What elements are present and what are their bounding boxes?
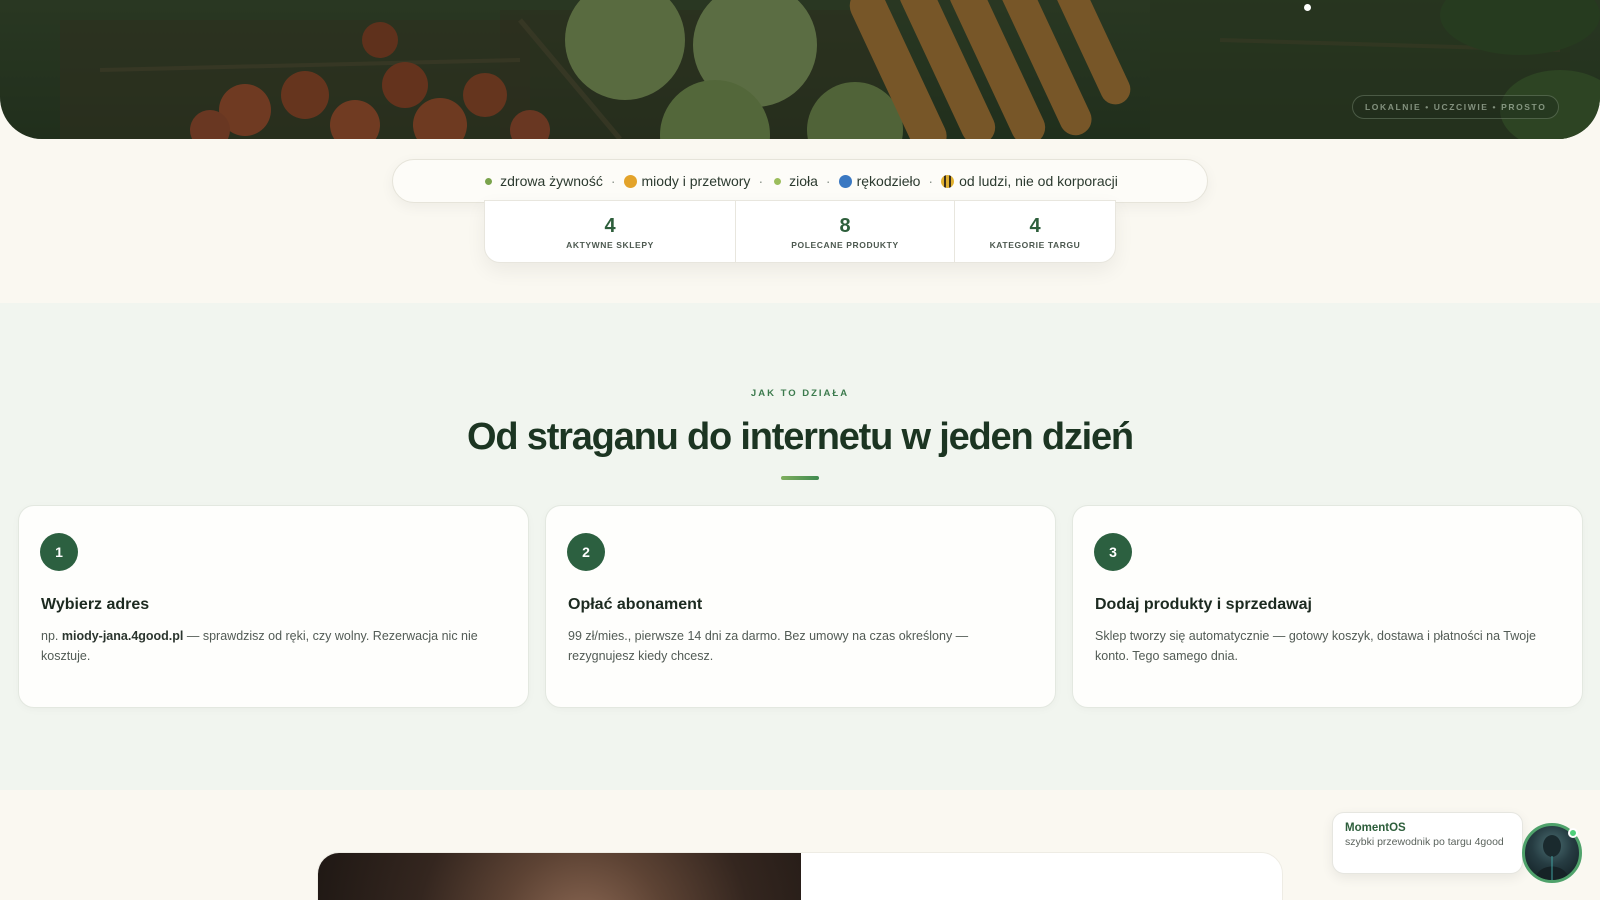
title-underline <box>781 476 819 480</box>
tagline-bar: zdrowa żywność · miody i przetwory · zio… <box>392 159 1208 203</box>
step-number: 2 <box>567 533 605 571</box>
step-description: Sklep tworzy się automatycznie — gotowy … <box>1095 629 1536 663</box>
hero-badge: LOKALNIE • UCZCIWIE • PROSTO <box>1352 95 1560 119</box>
online-status-icon <box>1568 828 1578 838</box>
stat-active-shops: 4 AKTYWNE SKLEPY <box>485 201 736 262</box>
stat-label: AKTYWNE SKLEPY <box>566 239 654 250</box>
chat-subtitle: szybki przewodnik po targu 4good <box>1345 836 1504 848</box>
tagline-item-label: miody i przetwory <box>641 173 751 189</box>
chat-assistant-name: MomentOS <box>1345 822 1406 834</box>
step-description: np. miody-jana.4good.pl — sprawdzisz od … <box>41 629 478 663</box>
feature-card <box>317 852 1283 900</box>
stat-featured-products: 8 POLECANE PRODUKTY <box>736 201 955 262</box>
tagline-item-label: od ludzi, nie od korporacji <box>959 173 1118 189</box>
tagline-item: rękodzieło <box>838 173 921 189</box>
tagline-item: od ludzi, nie od korporacji <box>941 173 1118 189</box>
section-title: Od straganu do internetu w jeden dzień <box>467 416 1134 458</box>
bee-icon <box>941 174 955 188</box>
how-it-works-section: JAK TO DZIAŁA Od straganu do internetu w… <box>0 303 1600 790</box>
stat-value: 4 <box>1029 214 1041 237</box>
feature-photo <box>318 853 801 900</box>
tagline-item-label: zdrowa żywność <box>500 173 603 189</box>
step-number: 1 <box>40 533 78 571</box>
chat-greeting-bubble[interactable]: MomentOS szybki przewodnik po targu 4goo… <box>1332 812 1523 874</box>
stats-panel: 4 AKTYWNE SKLEPY 8 POLECANE PRODUKTY 4 K… <box>484 200 1116 263</box>
stat-value: 4 <box>604 214 616 237</box>
hero-banner: LOKALNIE • UCZCIWIE • PROSTO <box>0 0 1600 139</box>
section-eyebrow: JAK TO DZIAŁA <box>750 388 850 399</box>
tagline-item-label: rękodzieło <box>856 173 921 189</box>
step-card-1: 1 Wybierz adres np. miody-jana.4good.pl … <box>18 505 529 708</box>
step-card-2: 2 Opłać abonament 99 zł/mies., pierwsze … <box>545 505 1056 708</box>
tagline-separator: · <box>825 173 831 189</box>
sprout-icon <box>482 174 496 188</box>
step-card-3: 3 Dodaj produkty i sprzedawaj Sklep twor… <box>1072 505 1583 708</box>
tagline-separator: · <box>928 173 934 189</box>
honey-icon <box>623 174 637 188</box>
step-description: 99 zł/mies., pierwsze 14 dni za darmo. B… <box>568 629 969 663</box>
stat-label: POLECANE PRODUKTY <box>791 239 899 250</box>
carousel-indicator[interactable] <box>1304 4 1311 11</box>
stat-label: KATEGORIE TARGU <box>989 239 1081 250</box>
tagline-separator: · <box>610 173 616 189</box>
tagline-item: zioła <box>771 173 818 189</box>
tagline-item: miody i przetwory <box>623 173 751 189</box>
tagline-item: zdrowa żywność <box>482 173 603 189</box>
herb-icon <box>771 174 785 188</box>
step-title: Opłać abonament <box>568 596 703 613</box>
step-number: 3 <box>1094 533 1132 571</box>
stat-value: 8 <box>839 214 851 237</box>
yarn-icon <box>838 174 852 188</box>
step-title: Wybierz adres <box>41 596 150 613</box>
stat-market-categories: 4 KATEGORIE TARGU <box>955 201 1115 262</box>
tagline-item-label: zioła <box>789 173 818 189</box>
tagline-separator: · <box>758 173 764 189</box>
domain-example: miody-jana.4good.pl <box>61 629 184 643</box>
step-title: Dodaj produkty i sprzedawaj <box>1095 596 1312 613</box>
